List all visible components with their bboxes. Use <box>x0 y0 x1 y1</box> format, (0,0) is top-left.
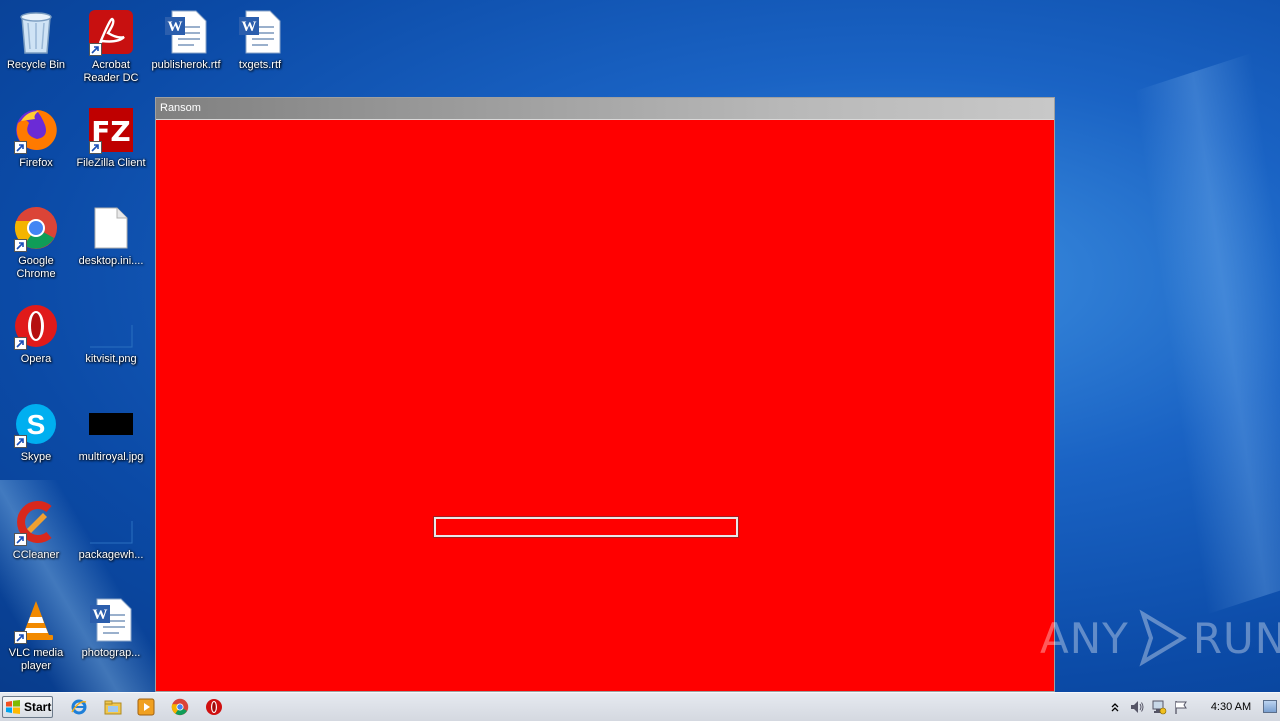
shortcut-arrow-icon <box>14 435 27 448</box>
ccleaner-icon <box>12 498 60 546</box>
taskbar-chrome-button[interactable] <box>171 698 189 716</box>
image-file-icon <box>87 498 135 546</box>
speaker-icon <box>1131 701 1144 713</box>
recycle-bin-icon <box>12 8 60 56</box>
chrome-icon <box>171 698 189 716</box>
desktop-icon-label: desktop.ini.... <box>78 255 144 267</box>
desktop-icon-label: Firefox <box>19 157 53 169</box>
desktop-icon-recycle-bin[interactable]: Recycle Bin <box>0 8 74 98</box>
desktop-icon-photograp[interactable]: W photograp... <box>73 596 149 686</box>
desktop-icon-filezilla[interactable]: FZ FileZilla Client <box>73 106 149 196</box>
windows-logo-icon <box>6 700 20 714</box>
chevron-up-icon <box>1111 703 1119 712</box>
network-button[interactable] <box>1151 699 1167 715</box>
show-hidden-icons-button[interactable] <box>1107 699 1123 715</box>
action-center-button[interactable] <box>1173 699 1189 715</box>
shortcut-arrow-icon <box>14 337 27 350</box>
desktop-icon-txgets[interactable]: W txgets.rtf <box>222 8 298 98</box>
skype-icon: S <box>12 400 60 448</box>
shortcut-arrow-icon <box>14 533 27 546</box>
volume-button[interactable] <box>1129 699 1145 715</box>
windows-explorer-icon <box>104 700 122 715</box>
taskbar-explorer-button[interactable] <box>104 698 122 716</box>
image-file-icon <box>87 302 135 350</box>
svg-text:W: W <box>242 19 257 35</box>
taskbar-media-player-button[interactable] <box>137 698 155 716</box>
window-titlebar[interactable]: Ransom <box>156 98 1054 120</box>
desktop-icon-chrome[interactable]: Google Chrome <box>0 204 74 294</box>
desktop-icon-acrobat[interactable]: Acrobat Reader DC <box>73 8 149 98</box>
desktop-icon-label: FileZilla Client <box>76 157 146 169</box>
desktop-icon-skype[interactable]: S Skype <box>0 400 74 490</box>
taskbar-opera-button[interactable] <box>205 698 223 716</box>
desktop-icon-label: Google Chrome <box>16 255 56 280</box>
blank-file-icon <box>87 204 135 252</box>
show-desktop-button[interactable] <box>1263 700 1277 713</box>
desktop-icon-multiroyal[interactable]: multiroyal.jpg <box>73 400 149 490</box>
desktop: Recycle Bin Firefox Google Chrome Opera … <box>0 0 1280 692</box>
media-player-icon <box>137 698 155 716</box>
clock[interactable]: 4:30 AM <box>1203 693 1259 721</box>
desktop-icon-label: txgets.rtf <box>238 59 282 71</box>
key-input[interactable] <box>433 516 739 538</box>
opera-icon <box>12 302 60 350</box>
ransom-window[interactable]: Ransom <box>155 97 1055 692</box>
word-doc-icon: W <box>236 8 284 56</box>
desktop-icon-kitvisit[interactable]: kitvisit.png <box>73 302 149 392</box>
opera-icon <box>206 699 222 715</box>
taskbar: Start 4:30 AM <box>0 692 1280 721</box>
svg-text:W: W <box>168 19 183 35</box>
start-label: Start <box>24 700 52 714</box>
svg-text:W: W <box>93 607 108 623</box>
desktop-icon-ccleaner[interactable]: CCleaner <box>0 498 74 588</box>
desktop-icon-label: VLC media player <box>8 647 64 672</box>
window-title: Ransom <box>160 102 201 114</box>
desktop-icon-packagewh[interactable]: packagewh... <box>73 498 149 588</box>
desktop-icon-opera[interactable]: Opera <box>0 302 74 392</box>
word-doc-icon: W <box>87 596 135 644</box>
shortcut-arrow-icon <box>14 239 27 252</box>
desktop-icon-label: multiroyal.jpg <box>78 451 144 463</box>
desktop-icon-publisherok[interactable]: W publisherok.rtf <box>148 8 224 98</box>
desktop-icon-label: photograp... <box>81 647 141 659</box>
vlc-icon <box>12 596 60 644</box>
shortcut-arrow-icon <box>14 631 27 644</box>
filezilla-icon: FZ <box>87 106 135 154</box>
desktop-icon-label: packagewh... <box>78 549 144 561</box>
network-icon <box>1152 700 1167 715</box>
start-button[interactable]: Start <box>2 696 53 718</box>
svg-text:S: S <box>27 409 46 440</box>
play-logo-icon <box>1139 609 1187 667</box>
firefox-icon <box>12 106 60 154</box>
desktop-icon-label: Recycle Bin <box>6 59 66 71</box>
shortcut-arrow-icon <box>14 141 27 154</box>
desktop-icon-label: CCleaner <box>12 549 60 561</box>
system-tray: 4:30 AM <box>1105 693 1280 721</box>
chrome-icon <box>12 204 60 252</box>
internet-explorer-icon <box>71 699 87 715</box>
desktop-icon-label: Opera <box>20 353 52 365</box>
taskbar-ie-button[interactable] <box>70 698 88 716</box>
desktop-icon-label: Acrobat Reader DC <box>83 59 139 84</box>
acrobat-icon <box>87 8 135 56</box>
desktop-icon-label: publisherok.rtf <box>151 59 221 71</box>
desktop-icon-vlc[interactable]: VLC media player <box>0 596 74 686</box>
flag-icon <box>1175 701 1187 714</box>
word-doc-icon: W <box>162 8 210 56</box>
desktop-icon-label: Skype <box>20 451 52 463</box>
shortcut-arrow-icon <box>89 43 102 56</box>
watermark-text: ANY RUN <box>1040 608 1280 668</box>
image-file-icon <box>87 400 135 448</box>
desktop-icon-desktop-ini[interactable]: desktop.ini.... <box>73 204 149 294</box>
desktop-icon-label: kitvisit.png <box>85 353 137 365</box>
watermark: ANY RUN <box>1040 608 1280 668</box>
desktop-icon-firefox[interactable]: Firefox <box>0 106 74 196</box>
shortcut-arrow-icon <box>89 141 102 154</box>
